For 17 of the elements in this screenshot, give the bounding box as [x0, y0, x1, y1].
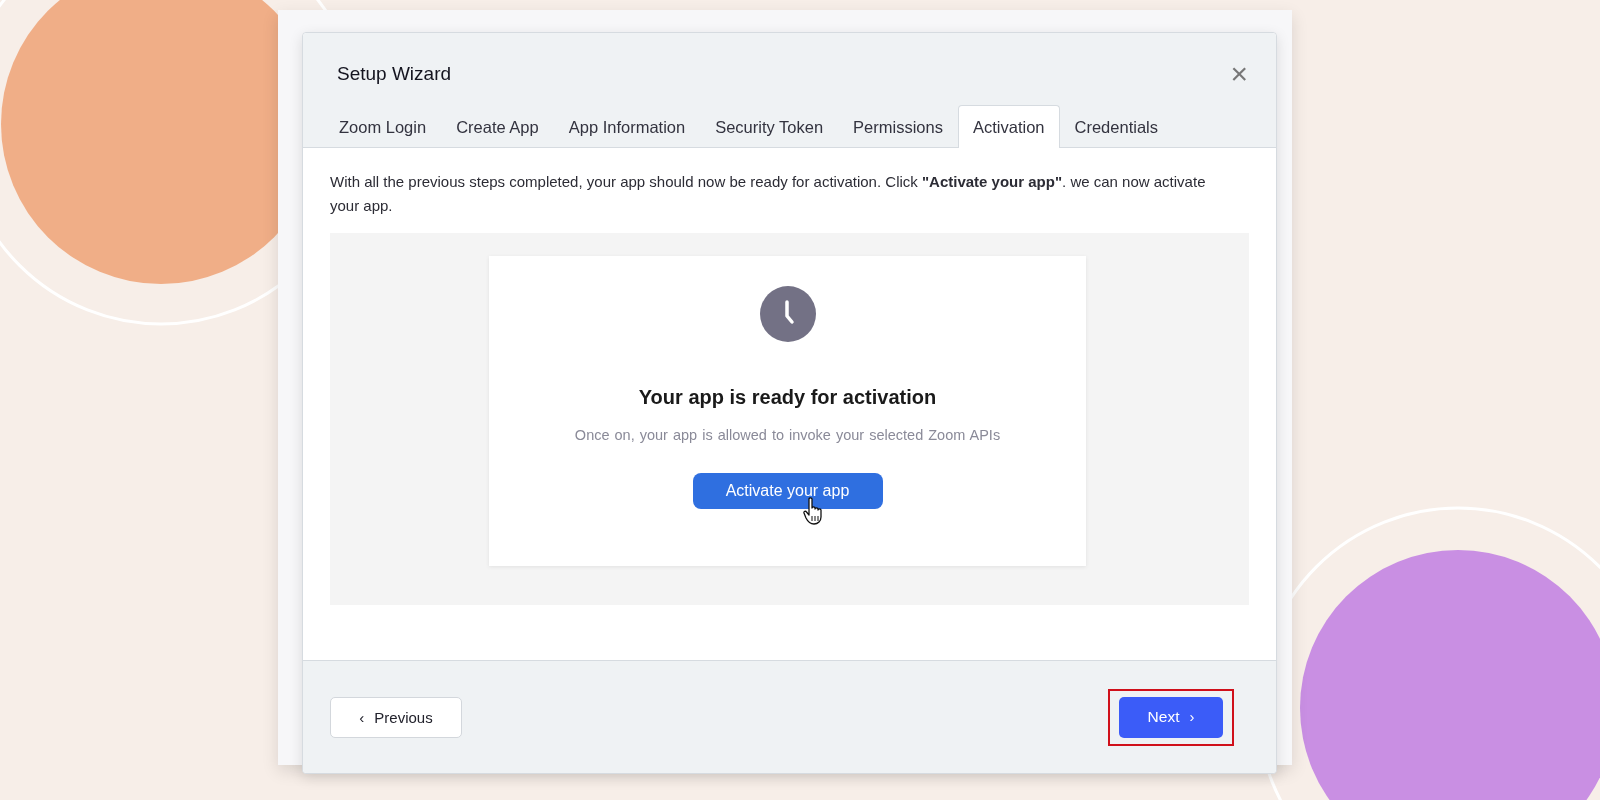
- wizard-tab[interactable]: Activation: [957, 105, 1060, 148]
- previous-button[interactable]: ‹ Previous: [330, 696, 462, 738]
- wizard-tab[interactable]: App Information: [553, 105, 701, 148]
- wizard-tab[interactable]: Security Token: [700, 105, 839, 148]
- next-button[interactable]: Next ›: [1119, 696, 1223, 738]
- activate-button[interactable]: Activate your app: [692, 473, 883, 509]
- wizard-tab[interactable]: Zoom Login: [324, 105, 442, 148]
- wizard-tab[interactable]: Credentials: [1059, 105, 1173, 148]
- clock-icon: [759, 286, 816, 342]
- card-description: Once on, your app is allowed to invoke your selected Zoom APIs: [574, 427, 1001, 443]
- card-heading: Your app is ready for activation: [638, 386, 937, 409]
- hand-cursor-icon: [802, 497, 825, 525]
- wizard-tab[interactable]: Permissions: [838, 105, 958, 148]
- wizard-tab[interactable]: Create App: [441, 105, 554, 148]
- close-button[interactable]: ×: [1230, 59, 1248, 89]
- instruction-text: With all the previous steps completed, your app should now be ready for activation. Click "Activate your app". we can now activate your app.: [330, 172, 1207, 216]
- dialog-title: Setup Wizard: [337, 63, 452, 85]
